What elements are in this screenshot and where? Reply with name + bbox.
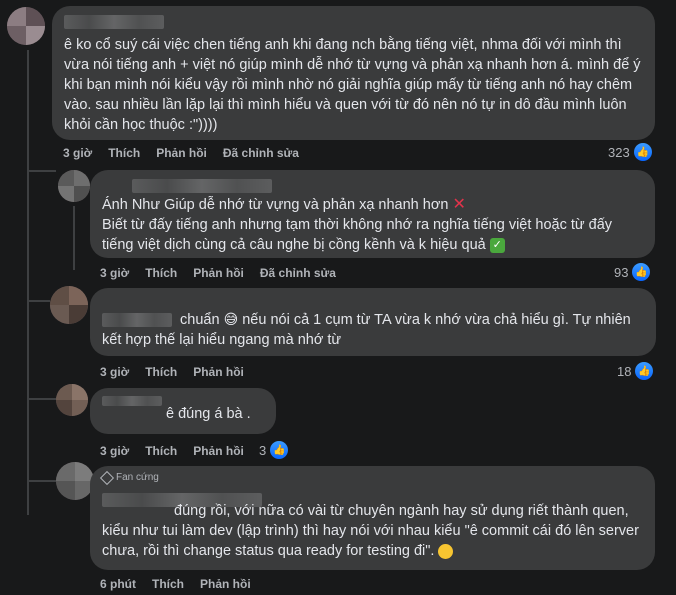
- avatar[interactable]: [7, 7, 45, 45]
- rofl-icon: [438, 543, 454, 559]
- comment-bubble: chuẩn 😅 nếu nói cả 1 cụm từ TA vừa k nhớ…: [90, 288, 656, 356]
- like-button[interactable]: Thích: [145, 365, 177, 379]
- comment-time[interactable]: 3 giờ: [100, 444, 129, 458]
- comment-line-2: Biết từ đấy tiếng anh nhưng tạm thời khô…: [102, 217, 613, 254]
- edited-label[interactable]: Đã chỉnh sửa: [260, 266, 336, 280]
- like-icon: 👍: [270, 441, 289, 459]
- comment-text-part-1: đúng rồi, với nữa có vài từ chuyên ngành…: [102, 503, 639, 559]
- comment-actions: 3 giờ Thích Phản hồi: [100, 365, 244, 379]
- like-icon: 👍: [632, 263, 651, 281]
- commenter-name[interactable]: [102, 313, 172, 328]
- reaction-count[interactable]: 18 👍: [617, 362, 654, 380]
- comment-actions: 3 giờ Thích Phản hồi: [100, 444, 244, 458]
- avatar[interactable]: [56, 462, 94, 500]
- comment-time[interactable]: 3 giờ: [63, 146, 92, 160]
- like-button[interactable]: Thích: [152, 577, 184, 591]
- reaction-count[interactable]: 3 👍: [259, 441, 289, 459]
- comment-text-part-1: chuẩn: [180, 312, 220, 328]
- diamond-icon: [99, 470, 115, 485]
- reply-connector: [28, 300, 50, 302]
- comment-text: đúng rồi, với nữa có vài từ chuyên ngành…: [102, 501, 643, 561]
- comment-actions: 6 phút Thích Phản hồi: [100, 577, 251, 591]
- reply-connector: [28, 170, 56, 172]
- like-button[interactable]: Thích: [145, 444, 177, 458]
- reaction-count[interactable]: 323 👍: [608, 143, 652, 161]
- comment-text: chuẩn 😅 nếu nói cả 1 cụm từ TA vừa k nhớ…: [102, 309, 644, 350]
- comment-bubble: Fan cứng đúng rồi, với nữa có vài từ chu…: [90, 466, 655, 570]
- avatar[interactable]: [56, 384, 88, 416]
- comment-time[interactable]: 3 giờ: [100, 266, 129, 280]
- comment-text: ê đúng á bà .: [166, 406, 251, 422]
- thread-line: [73, 206, 75, 270]
- comment-time[interactable]: 3 giờ: [100, 365, 129, 379]
- comment-actions: 3 giờ Thích Phản hồi Đã chỉnh sửa: [100, 266, 336, 280]
- like-button[interactable]: Thích: [108, 146, 140, 160]
- reply-connector: [28, 480, 56, 482]
- comment-text: ê ko cổ suý cái việc chen tiếng anh khi …: [64, 37, 641, 133]
- check-mark-icon: ✓: [489, 237, 505, 253]
- commenter-name[interactable]: [102, 392, 264, 406]
- like-icon: 👍: [635, 362, 654, 380]
- reaction-number: 3: [259, 442, 267, 458]
- commenter-name[interactable]: [64, 13, 643, 29]
- comment-text: Ánh Như Giúp dễ nhớ từ vựng và phản xạ n…: [102, 195, 643, 255]
- reply-connector: [28, 398, 56, 400]
- reaction-number: 93: [614, 264, 629, 280]
- like-button[interactable]: Thích: [145, 266, 177, 280]
- comment-bubble: Ánh Như Giúp dễ nhớ từ vựng và phản xạ n…: [90, 170, 655, 258]
- fan-badge[interactable]: Fan cứng: [99, 470, 643, 485]
- comment-actions: 3 giờ Thích Phản hồi Đã chỉnh sửa: [63, 146, 299, 160]
- cross-mark-icon: ✕: [452, 196, 466, 214]
- reply-button[interactable]: Phản hồi: [193, 444, 244, 458]
- badge-label: Fan cứng: [116, 472, 159, 483]
- reaction-number: 323: [608, 144, 630, 160]
- comment-bubble: ê ko cổ suý cái việc chen tiếng anh khi …: [52, 6, 655, 140]
- comment-line-1: Ánh Như Giúp dễ nhớ từ vựng và phản xạ n…: [102, 197, 449, 213]
- reply-button[interactable]: Phản hồi: [200, 577, 251, 591]
- comment-bubble: ê đúng á bà .: [90, 388, 276, 434]
- comment-time[interactable]: 6 phút: [100, 577, 136, 591]
- reply-button[interactable]: Phản hồi: [156, 146, 207, 160]
- reply-button[interactable]: Phản hồi: [193, 365, 244, 379]
- avatar[interactable]: [58, 170, 90, 202]
- reply-button[interactable]: Phản hồi: [193, 266, 244, 280]
- sweat-smile-icon: 😅: [223, 311, 239, 327]
- edited-label[interactable]: Đã chỉnh sửa: [223, 146, 299, 160]
- commenter-name[interactable]: [102, 177, 643, 193]
- thread-line: [27, 50, 29, 515]
- reaction-number: 18: [617, 363, 632, 379]
- like-icon: 👍: [633, 143, 652, 161]
- avatar[interactable]: [50, 286, 88, 324]
- reaction-count[interactable]: 93 👍: [614, 263, 651, 281]
